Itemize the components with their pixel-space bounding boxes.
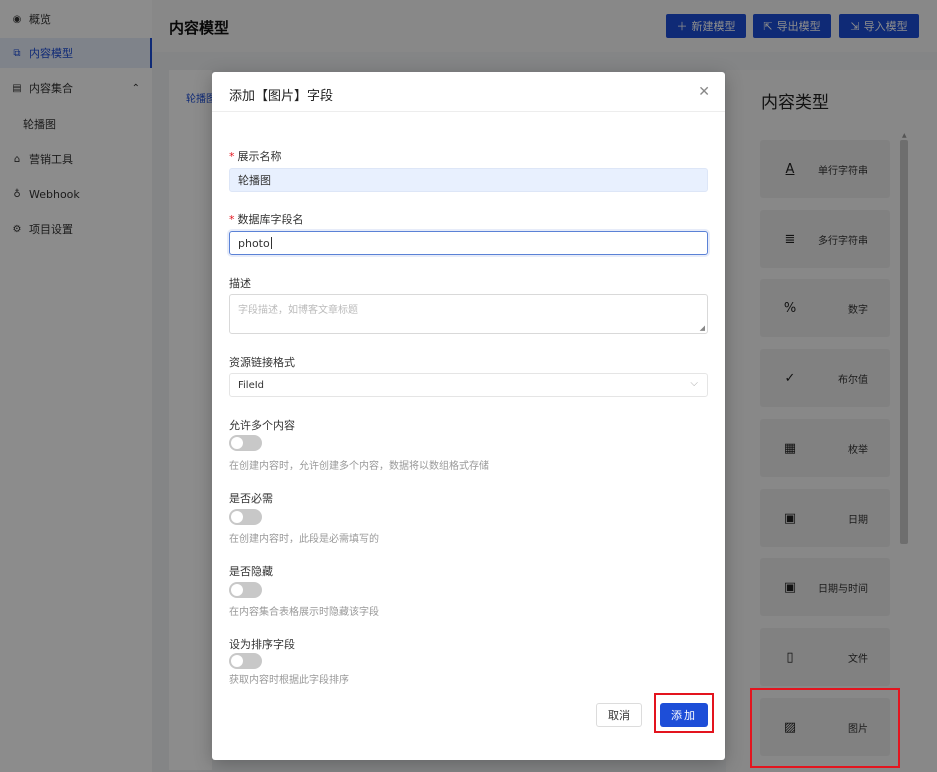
required-hint: 在创建内容时，此段是必需填写的 (229, 534, 379, 545)
add-field-modal: 添加【图片】字段 ✕ * 展示名称 轮播图 * 数据库字段名 photo 描述 字段… (212, 72, 725, 760)
image-type-highlight (750, 688, 900, 768)
required-mark: * (229, 150, 235, 163)
allow-multiple-label: 允许多个内容 (229, 419, 295, 432)
resource-format-select[interactable]: FileId ⌵ (229, 373, 708, 397)
close-icon[interactable]: ✕ (698, 84, 710, 100)
db-field-input[interactable]: photo (229, 231, 708, 255)
required-label: 是否必需 (229, 492, 273, 505)
required-mark: * (229, 213, 235, 226)
sort-field-toggle[interactable] (229, 653, 262, 669)
cancel-button[interactable]: 取消 (596, 703, 642, 727)
hidden-label: 是否隐藏 (229, 565, 273, 578)
description-textarea[interactable]: 字段描述，如博客文章标题 ◢ (229, 294, 708, 334)
sort-field-label: 设为排序字段 (229, 638, 295, 651)
modal-title: 添加【图片】字段 (229, 89, 334, 104)
display-name-label: * 展示名称 (229, 150, 282, 163)
text-caret (270, 237, 272, 249)
db-field-label: * 数据库字段名 (229, 213, 304, 226)
hidden-hint: 在内容集合表格展示时隐藏该字段 (229, 607, 379, 618)
required-toggle[interactable] (229, 509, 262, 525)
description-label: 描述 (229, 277, 251, 290)
add-button-highlight (654, 693, 714, 733)
resize-grip-icon[interactable]: ◢ (700, 324, 705, 332)
chevron-down-icon: ⌵ (690, 378, 698, 389)
resource-format-label: 资源链接格式 (229, 356, 295, 369)
sort-field-hint: 获取内容时根据此字段排序 (229, 675, 349, 686)
display-name-input[interactable]: 轮播图 (229, 168, 708, 192)
allow-multiple-toggle[interactable] (229, 435, 262, 451)
modal-header: 添加【图片】字段 ✕ (212, 72, 725, 112)
hidden-toggle[interactable] (229, 582, 262, 598)
allow-multiple-hint: 在创建内容时，允许创建多个内容，数据将以数组格式存储 (229, 461, 489, 472)
